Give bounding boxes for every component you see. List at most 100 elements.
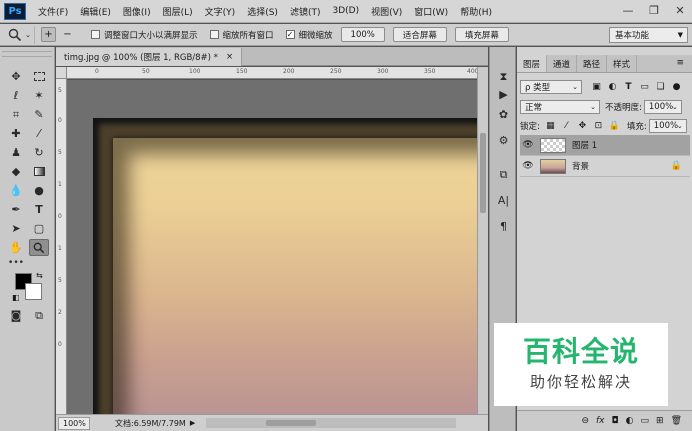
clone-stamp-tool-icon[interactable]: ♟ (6, 144, 26, 161)
lock-transparent-icon[interactable]: ▦ (544, 120, 557, 133)
lock-all-icon[interactable]: 🔒 (608, 120, 621, 133)
layer-style-icon[interactable]: fx (596, 416, 605, 426)
filter-kind-select[interactable]: ρ 类型 ⌄ (520, 80, 582, 94)
layer-row-layer1[interactable]: 👁 图层 1 (520, 135, 690, 156)
tool-preset-picker[interactable]: ⌄ (5, 25, 35, 44)
adjustments-panel-icon[interactable]: ✿ (495, 107, 512, 122)
tab-styles[interactable]: 样式 (607, 55, 638, 72)
magic-wand-tool-icon[interactable]: ✶ (29, 87, 49, 104)
new-layer-icon[interactable]: ⊞ (656, 416, 664, 426)
canvas-area[interactable] (67, 80, 477, 414)
checkbox-box[interactable] (209, 30, 219, 39)
delete-layer-icon[interactable]: 🗑 (671, 416, 682, 426)
document-size-info[interactable]: 文档:6.59M/7.79M (115, 418, 186, 429)
screen-mode-icon[interactable]: ⧉ (29, 307, 49, 324)
menu-help[interactable]: 帮助(H) (454, 5, 498, 18)
menu-3d[interactable]: 3D(D) (326, 6, 365, 16)
actions-panel-icon[interactable]: ▶ (495, 87, 512, 102)
swap-colors-icon[interactable]: ⇆ (36, 271, 43, 280)
tab-layers[interactable]: 图层 (517, 55, 548, 72)
eye-icon[interactable]: 👁 (520, 161, 536, 171)
smart-object-filter-icon[interactable]: ❑ (654, 81, 667, 94)
more-tools-icon[interactable]: ••• (6, 254, 26, 271)
close-button[interactable]: ✕ (672, 2, 688, 18)
gradient-tool-icon[interactable] (29, 163, 49, 180)
character-panel-icon[interactable]: A| (495, 193, 512, 208)
close-icon[interactable]: × (226, 52, 233, 62)
clone-source-icon[interactable]: ⧉ (495, 167, 512, 182)
zoom-tool-icon[interactable] (29, 239, 49, 256)
layer-name[interactable]: 图层 1 (572, 139, 597, 151)
move-tool-icon[interactable]: ✥ (6, 68, 26, 85)
healing-brush-tool-icon[interactable]: ✚ (6, 125, 26, 142)
opacity-field[interactable]: 100% ⌄ (643, 100, 682, 114)
shape-tool-icon[interactable]: ▢ (29, 220, 49, 237)
eye-icon[interactable]: 👁 (520, 140, 536, 150)
lasso-tool-icon[interactable]: ℓ (6, 87, 26, 104)
ruler-origin[interactable] (56, 67, 67, 79)
dodge-tool-icon[interactable]: ● (29, 182, 49, 199)
minimize-button[interactable]: — (620, 2, 636, 18)
menu-type[interactable]: 文字(Y) (199, 5, 242, 18)
zoom-level-field[interactable]: 100% (58, 416, 90, 430)
layer-mask-icon[interactable]: ◘ (612, 416, 619, 426)
properties-panel-icon[interactable]: ⚙ (495, 133, 512, 148)
marquee-tool-icon[interactable] (29, 68, 49, 85)
menu-edit[interactable]: 编辑(E) (74, 5, 117, 18)
menu-view[interactable]: 视图(V) (365, 5, 408, 18)
type-tool-icon[interactable]: T (29, 201, 49, 218)
adjustment-filter-icon[interactable]: ◐ (606, 81, 619, 94)
horizontal-scrollbar[interactable] (206, 418, 456, 428)
default-colors-icon[interactable]: ◧ (12, 293, 20, 302)
workspace-select[interactable]: 基本功能 ▼ (609, 27, 688, 43)
eraser-tool-icon[interactable]: ◆ (6, 163, 26, 180)
type-filter-icon[interactable]: T (622, 81, 635, 94)
filter-toggle-icon[interactable]: ● (670, 81, 683, 94)
adjustment-layer-icon[interactable]: ◐ (626, 416, 634, 426)
tab-paths[interactable]: 路径 (577, 55, 608, 72)
menu-file[interactable]: 文件(F) (32, 5, 74, 18)
new-group-icon[interactable]: ▭ (641, 416, 650, 426)
link-layers-icon[interactable]: ⊖ (581, 416, 589, 426)
checkbox-box[interactable] (91, 30, 100, 39)
layer-name[interactable]: 背景 (572, 160, 589, 172)
actual-pixels-button[interactable]: 100% (340, 27, 385, 42)
resize-windows-checkbox[interactable]: 调整窗口大小以满屏显示 (91, 29, 198, 41)
shape-filter-icon[interactable]: ▭ (638, 81, 651, 94)
toolbar-grip[interactable] (2, 51, 52, 57)
history-panel-icon[interactable]: ⧗ (495, 69, 512, 84)
fit-screen-button[interactable]: 适合屏幕 (392, 27, 447, 42)
scrollbar-thumb[interactable] (480, 133, 486, 213)
fill-screen-button[interactable]: 填充屏幕 (454, 27, 509, 42)
zoom-in-button[interactable]: + (41, 27, 56, 42)
horizontal-ruler[interactable]: 0 50 100 150 200 250 300 350 400 (67, 67, 477, 79)
pen-tool-icon[interactable]: ✒ (6, 201, 26, 218)
menu-select[interactable]: 选择(S) (241, 5, 284, 18)
lock-position-icon[interactable]: ✥ (576, 120, 589, 133)
menu-layer[interactable]: 图层(L) (157, 5, 199, 18)
scrollbar-thumb[interactable] (266, 420, 316, 426)
menu-filter[interactable]: 滤镜(T) (284, 5, 327, 18)
document-image[interactable] (93, 118, 477, 414)
background-color-swatch[interactable] (25, 283, 42, 300)
history-brush-tool-icon[interactable]: ↻ (29, 144, 49, 161)
menu-window[interactable]: 窗口(W) (408, 5, 454, 18)
blur-tool-icon[interactable]: 💧 (6, 182, 26, 199)
menu-image[interactable]: 图像(I) (117, 5, 157, 18)
lock-artboard-icon[interactable]: ⊡ (592, 120, 605, 133)
fill-field[interactable]: 100% ⌄ (648, 119, 687, 133)
chevron-right-icon[interactable]: ▶ (190, 419, 195, 427)
pixel-filter-icon[interactable]: ▣ (590, 81, 603, 94)
scrubby-zoom-checkbox[interactable]: ✓ 细微缩放 (285, 29, 333, 41)
tab-channels[interactable]: 通道 (547, 55, 578, 72)
quick-mask-icon[interactable]: ◙ (6, 307, 26, 324)
zoom-all-windows-checkbox[interactable]: 缩放所有窗口 (209, 29, 274, 41)
layer-row-background[interactable]: 👁 背景 🔒 (520, 156, 690, 177)
vertical-ruler[interactable]: 5 0 5 1 0 1 5 2 0 (56, 79, 67, 414)
lock-image-icon[interactable]: ⁄ (560, 120, 573, 133)
vertical-scrollbar[interactable] (477, 67, 488, 414)
document-tab[interactable]: timg.jpg @ 100% (图层 1, RGB/8#) * × (56, 48, 243, 66)
path-selection-tool-icon[interactable]: ➤ (6, 220, 26, 237)
zoom-out-button[interactable]: − (60, 27, 75, 42)
crop-tool-icon[interactable]: ⌗ (6, 106, 26, 123)
